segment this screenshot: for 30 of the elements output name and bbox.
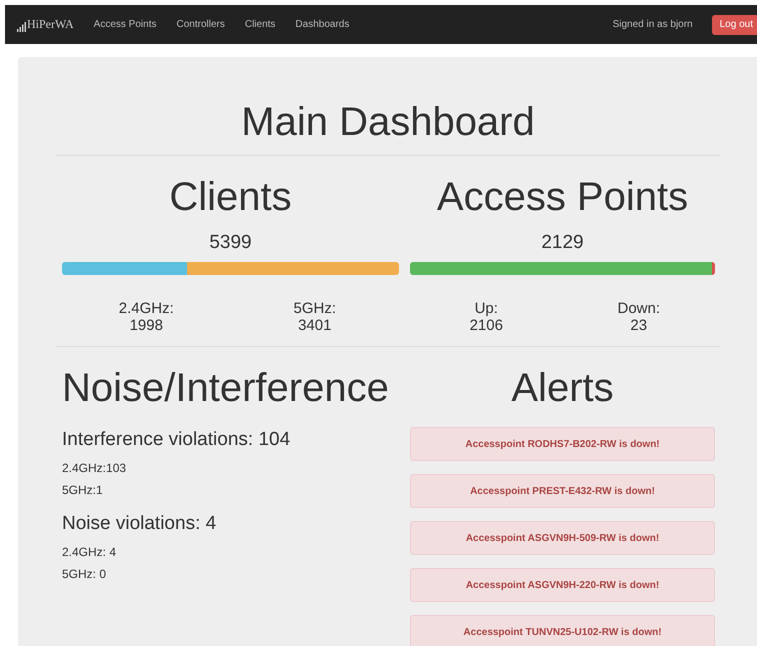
total-count: 2129 [540, 232, 585, 254]
nav-link[interactable]: Controllers [176, 19, 225, 30]
total-count: 5399 [208, 232, 253, 254]
alert-message: Accesspoint TUNVN25-U102-RW is down! [410, 615, 715, 646]
alert-message: Accesspoint PREST-E432-RW is down! [410, 474, 715, 508]
section-heading: Alerts [510, 365, 615, 412]
violation-count: 5GHz: 0 [62, 567, 108, 581]
violation-count: 5GHz:1 [62, 483, 104, 497]
section-heading: Noise/Interference [62, 365, 390, 412]
stat-text: 2.4GHz: 1998 [118, 300, 175, 334]
section-heading: Clients [168, 174, 293, 221]
section-heading: Access Points [436, 174, 690, 221]
stat-text: 5GHz: 3401 [292, 300, 337, 334]
violation-count: 2.4GHz: 4 [62, 545, 118, 559]
signal-bars-icon [17, 22, 26, 32]
violations-title: Interference violations: 104 [62, 429, 292, 451]
stat-text: Down: 23 [616, 300, 662, 334]
page-title: Main Dashboard [240, 99, 536, 146]
violations-title: Noise violations: 4 [62, 513, 218, 535]
nav-link[interactable]: Dashboards [295, 19, 350, 30]
nav-link[interactable]: Access Points [94, 19, 156, 30]
logout-button[interactable]: Log out [712, 14, 757, 34]
nav-link[interactable]: Clients [244, 19, 276, 30]
signed-in-text: Signed in as bjorn [612, 19, 693, 30]
stat-text: Up: 2106 [468, 300, 504, 334]
brand-logo[interactable]: HiPerWA [27, 17, 74, 32]
alert-message: Accesspoint ASGVN9H-220-RW is down! [410, 568, 715, 602]
alert-message: Accesspoint ASGVN9H-509-RW is down! [410, 521, 715, 555]
alert-message: Accesspoint RODHS7-B202-RW is down! [410, 427, 715, 461]
violation-count: 2.4GHz:103 [62, 461, 128, 475]
